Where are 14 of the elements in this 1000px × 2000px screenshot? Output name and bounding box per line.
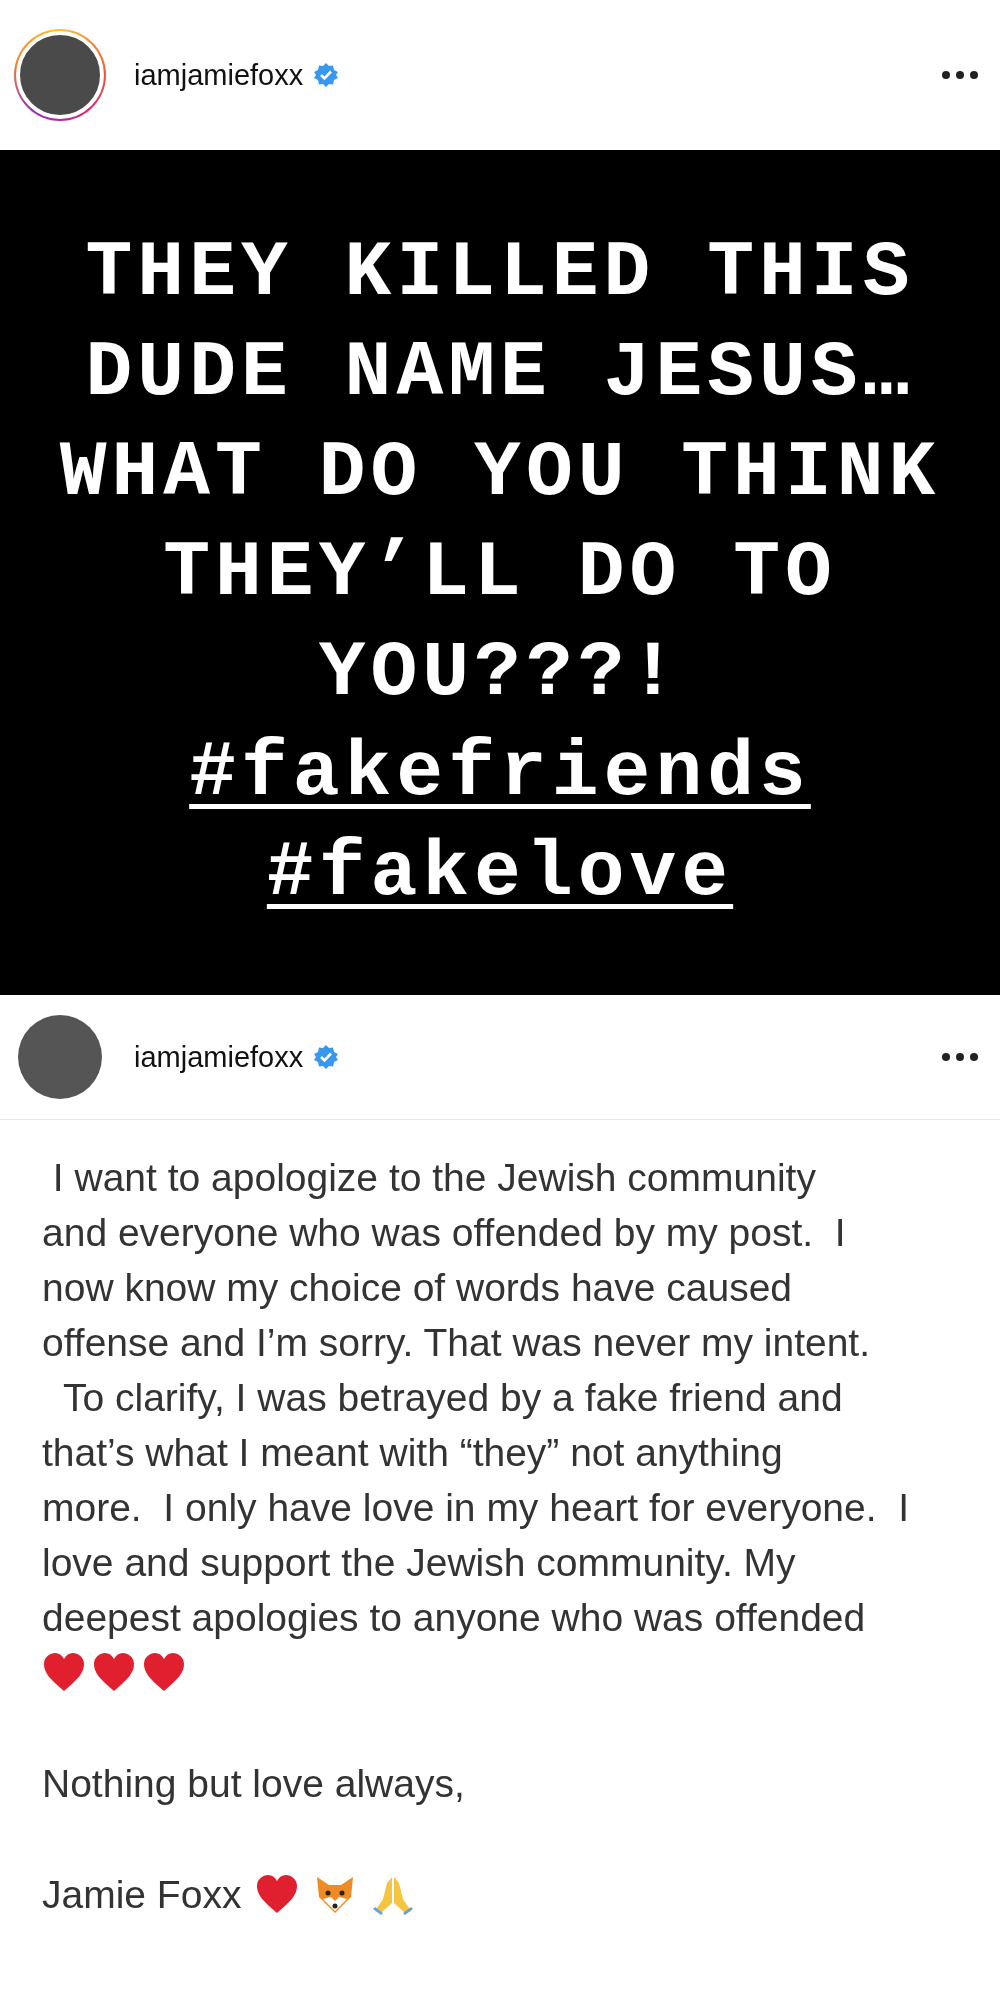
username[interactable]: iamjamiefoxx: [134, 1040, 304, 1074]
hashtag-link[interactable]: #fakelove: [266, 822, 734, 923]
caption-text: I want to apologize to the Jewish community and everyone who was offended by my post. I now know my choice of words have caused offense and I’m sorry. That was never my intent. To clarify, I was betrayed by a fake friend and that’s what I meant with “they” not anything more. I only have love in my heart for everyone. I love and support the Jewish community. My deepest apologies to anyone who was offended: [42, 1155, 911, 1641]
more-options-icon[interactable]: [940, 1052, 980, 1062]
more-options-icon[interactable]: [940, 70, 980, 80]
caption-text: Nothing but love always,: [42, 1761, 466, 1807]
username[interactable]: iamjamiefoxx: [134, 58, 304, 92]
image-text: WHAT DO YOU THINK: [59, 427, 941, 519]
image-text: DUDE NAME JESUS…: [85, 327, 915, 419]
image-text: THEY KILLED THIS: [85, 227, 915, 319]
caption-text: Jamie Foxx: [42, 1872, 242, 1918]
hashtag-link[interactable]: #fakefriends: [189, 722, 811, 823]
image-text: YOU???!: [318, 627, 682, 719]
image-text: THEY’LL DO TO: [163, 527, 837, 619]
